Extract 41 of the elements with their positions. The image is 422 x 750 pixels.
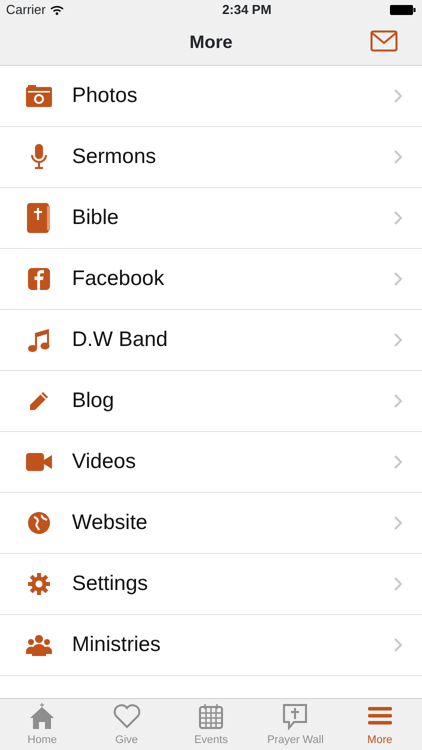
microphone-icon [31, 144, 47, 170]
music-note-icon [28, 328, 50, 352]
calendar-icon [197, 702, 226, 730]
facebook-icon [28, 268, 50, 290]
tab-bar-item[interactable]: More [338, 699, 422, 750]
chevron-icon [394, 638, 402, 652]
house-icon [28, 702, 56, 730]
chevron-icon [394, 211, 402, 225]
menu-row[interactable]: Settings [0, 554, 422, 615]
chevron-icon [394, 333, 402, 347]
chevron-icon [394, 150, 402, 164]
people-icon [26, 634, 52, 656]
camera-icon [26, 85, 52, 107]
bible-icon [27, 203, 51, 233]
screen-title: More [189, 31, 232, 54]
chevron-icon [394, 516, 402, 530]
menu-row[interactable]: Website [0, 493, 422, 554]
chevron-icon [394, 577, 402, 591]
video-camera-icon [26, 453, 52, 471]
menu-row[interactable]: Bible [0, 188, 422, 249]
clock: 2:34 PM [222, 1, 272, 20]
wifi-icon [50, 5, 64, 15]
menu-row[interactable]: Blog [0, 371, 422, 432]
globe-icon [28, 512, 50, 534]
heart-icon [112, 702, 141, 730]
battery-icon [390, 5, 416, 15]
menu-row[interactable]: Photos [0, 66, 422, 127]
chevron-icon [394, 272, 402, 286]
menu-row[interactable]: Sermons [0, 127, 422, 188]
chevron-icon [394, 89, 402, 103]
carrier-label: Carrier [6, 1, 46, 20]
menu-row[interactable]: Videos [0, 432, 422, 493]
menu-row[interactable]: D.W Band [0, 310, 422, 371]
menu-row[interactable]: Ministries [0, 615, 422, 676]
gear-icon [28, 573, 50, 595]
speech-bubble-cross-icon [281, 702, 310, 730]
chevron-icon [394, 394, 402, 408]
menu-row[interactable]: Facebook [0, 249, 422, 310]
chevron-icon [394, 455, 402, 469]
mail-icon[interactable] [370, 30, 398, 52]
pencil-icon [28, 390, 50, 412]
